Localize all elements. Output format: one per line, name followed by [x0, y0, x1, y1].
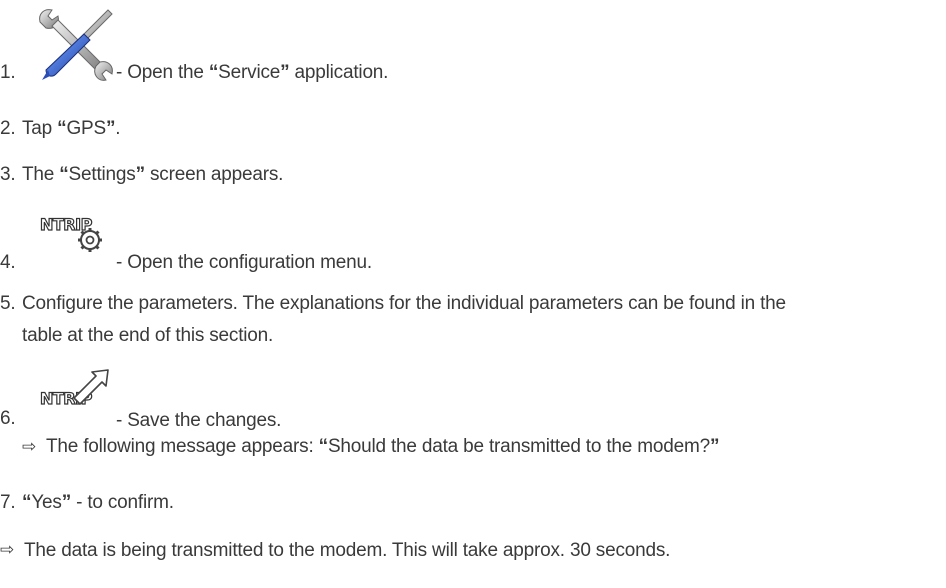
step-text: - Open the “Service” application.	[116, 62, 389, 83]
step-3: 3. The “Settings” screen appears.	[0, 164, 946, 190]
ntrip-save-icon: NTRIP	[38, 364, 118, 420]
step-text-line-2: table at the end of this section.	[22, 325, 274, 346]
step-text: - Save the changes.	[116, 410, 282, 431]
svg-text:NTRIP: NTRIP	[40, 215, 93, 234]
result-arrow-icon: ⇨	[0, 540, 15, 559]
step-6: 6. NTRIP - Save the changes. ⇨ The follow…	[0, 364, 946, 457]
step-text: Tap “GPS”.	[22, 118, 121, 139]
step-number: 4.	[0, 252, 16, 273]
step-result: ⇨ The following message appears: “Should …	[22, 436, 720, 457]
step-text: - Open the configuration menu.	[116, 252, 372, 273]
wrench-screwdriver-icon	[34, 4, 118, 94]
step-number: 5.	[0, 293, 16, 314]
final-result: ⇨ The data is being transmitted to the m…	[0, 540, 946, 566]
step-number: 1.	[0, 62, 16, 83]
step-1: 1. - Open the “Service” application.	[0, 0, 946, 84]
step-text: “Yes” - to confirm.	[22, 492, 174, 513]
step-7: 7. “Yes” - to confirm.	[0, 492, 946, 518]
step-number: 6.	[0, 408, 16, 429]
ntrip-settings-icon: NTRIP	[38, 210, 118, 268]
step-5: 5. Configure the parameters. The explana…	[0, 293, 946, 353]
step-2: 2. Tap “GPS”.	[0, 118, 946, 144]
final-result-text: The data is being transmitted to the mod…	[24, 540, 671, 561]
result-arrow-icon: ⇨	[22, 437, 37, 456]
step-number: 2.	[0, 118, 16, 139]
step-text-line-1: Configure the parameters. The explanatio…	[22, 293, 786, 314]
step-text: The “Settings” screen appears.	[22, 164, 284, 185]
step-number: 3.	[0, 164, 16, 185]
step-number: 7.	[0, 492, 16, 513]
step-4: 4. NTRIP - Open the configuration menu.	[0, 210, 946, 274]
